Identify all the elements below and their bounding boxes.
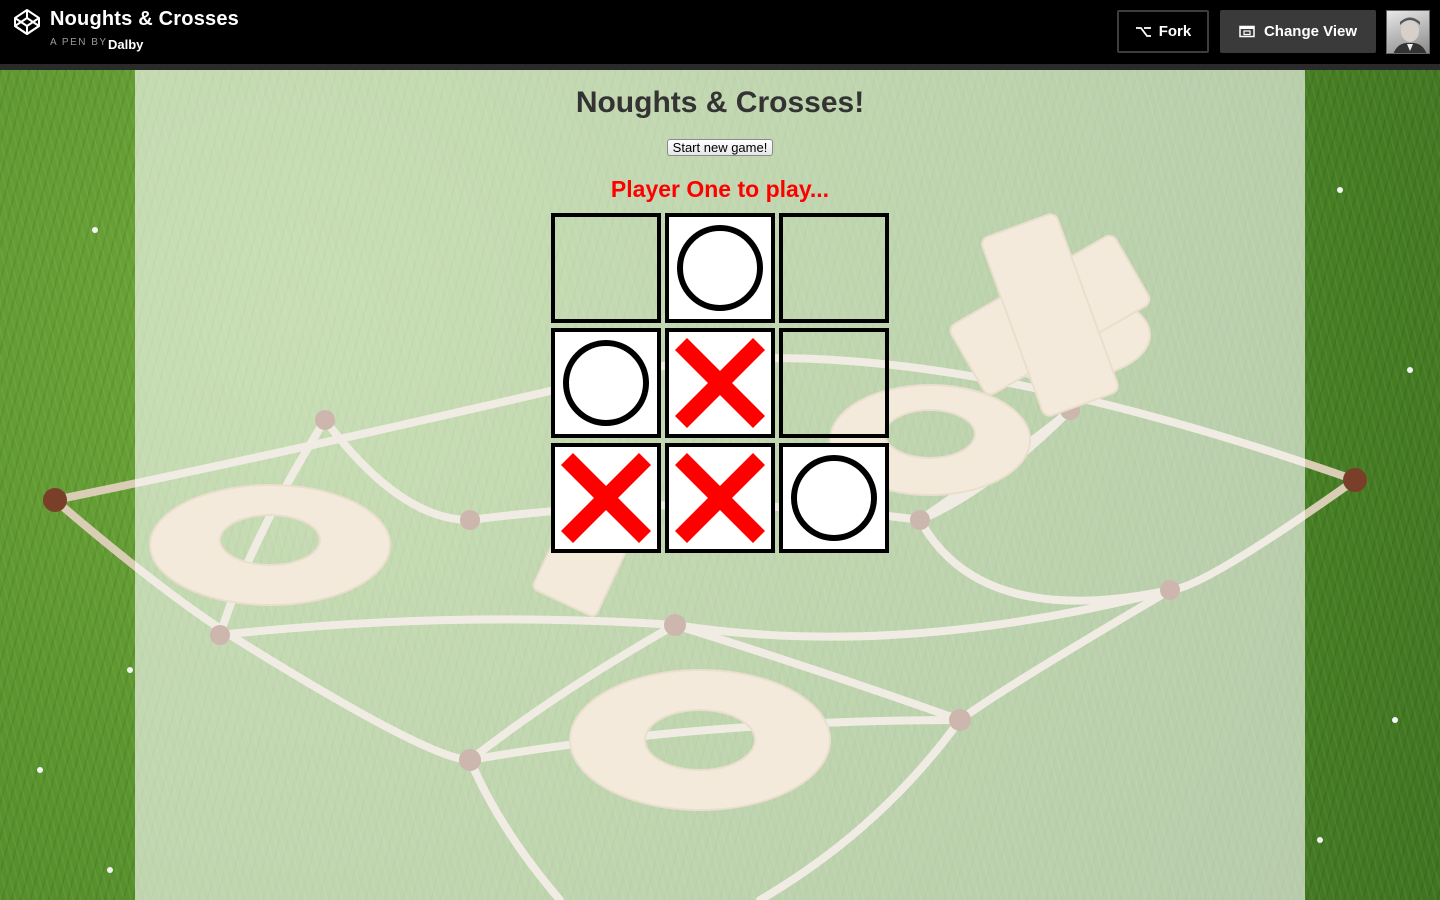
nought-icon: [791, 455, 877, 541]
cross-icon: [560, 452, 652, 544]
fork-button[interactable]: Fork: [1117, 10, 1209, 53]
nought-icon: [563, 340, 649, 426]
user-avatar[interactable]: [1386, 10, 1430, 54]
new-game-button[interactable]: Start new game!: [667, 139, 773, 156]
codepen-logo-icon[interactable]: [13, 8, 41, 36]
board-cell-r1c2[interactable]: [665, 213, 775, 323]
board-cell-r2c3[interactable]: [779, 328, 889, 438]
turn-message: Player One to play...: [610, 176, 830, 202]
board-cell-r2c2[interactable]: [665, 328, 775, 438]
board-cell-r3c2[interactable]: [665, 443, 775, 553]
fork-label: Fork: [1158, 23, 1192, 40]
change-view-label: Change View: [1263, 23, 1358, 40]
game-title: Noughts & Crosses!: [575, 86, 865, 119]
game-board: [551, 213, 889, 553]
codepen-header: Noughts & Crosses A PEN BY Dalby Fork Ch…: [0, 0, 1440, 70]
board-cell-r3c3[interactable]: [779, 443, 889, 553]
board-cell-r3c1[interactable]: [551, 443, 661, 553]
board-cell-r1c1[interactable]: [551, 213, 661, 323]
board-cell-r2c1[interactable]: [551, 328, 661, 438]
change-view-button[interactable]: Change View: [1220, 10, 1376, 53]
cross-icon: [674, 337, 766, 429]
board-cell-r1c3[interactable]: [779, 213, 889, 323]
change-view-icon: [1239, 25, 1255, 38]
cross-icon: [674, 452, 766, 544]
fork-icon: [1135, 26, 1151, 37]
pen-author-link[interactable]: Dalby: [108, 37, 143, 52]
pen-by-label: A PEN BY: [50, 37, 108, 48]
nought-icon: [677, 225, 763, 311]
pen-title: Noughts & Crosses: [50, 8, 239, 30]
